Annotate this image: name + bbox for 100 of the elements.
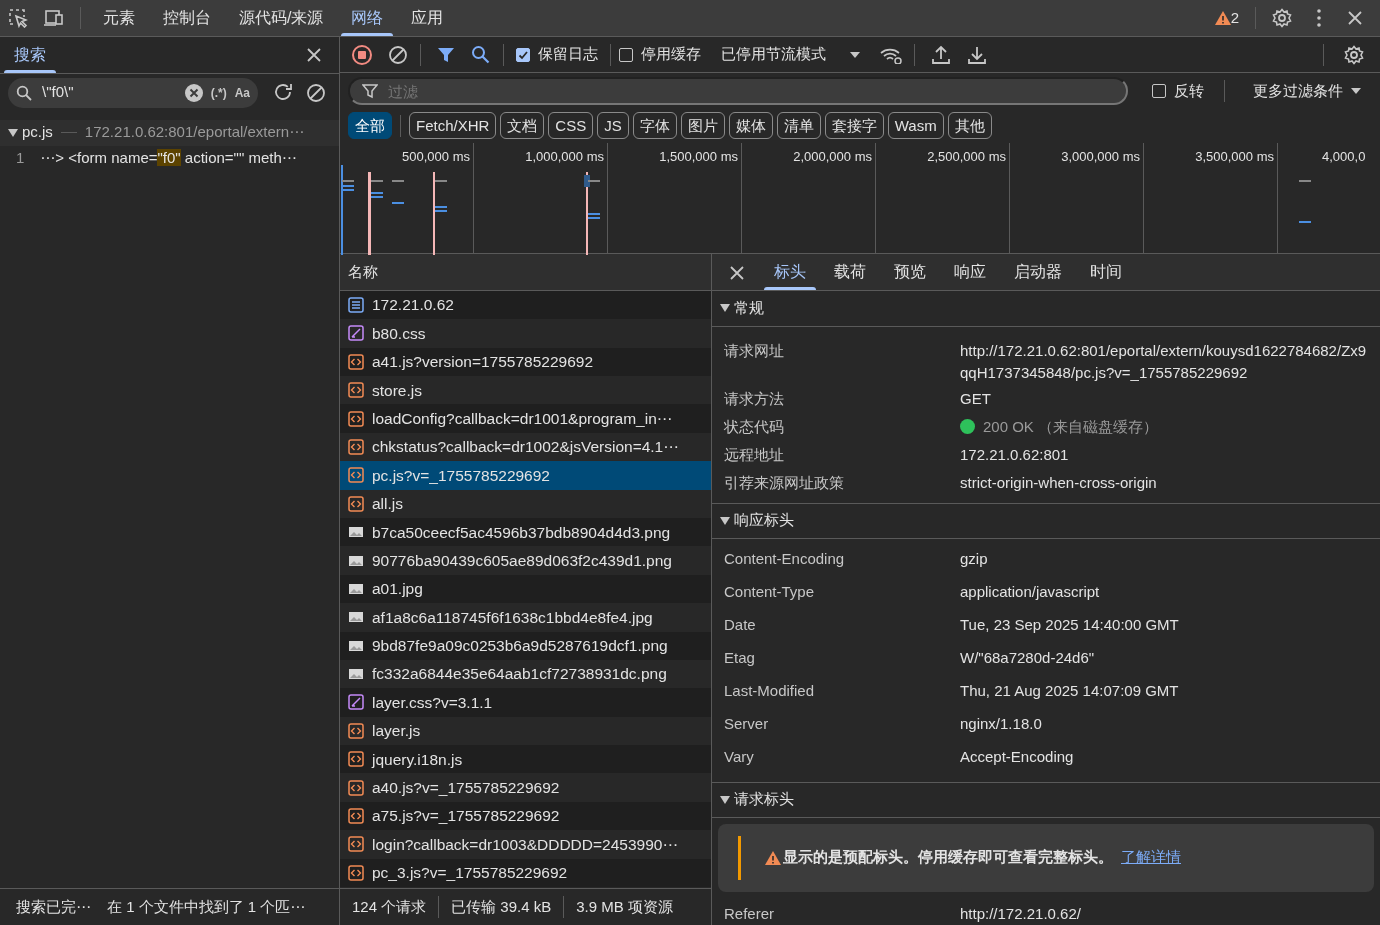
type-filter[interactable]: 图片 (680, 112, 725, 140)
request-row[interactable]: b80.css (340, 319, 711, 348)
inspect-icon[interactable] (8, 7, 28, 28)
more-icon[interactable] (1316, 7, 1322, 28)
header-value: 200 OK （来自磁盘缓存） (983, 416, 1159, 437)
request-row[interactable]: pc.js?v=_1755785229692 (340, 461, 711, 490)
script-icon (348, 722, 364, 739)
search-field[interactable]: \"f0\" (.*) Aa (8, 77, 258, 108)
header-value: gzip (960, 548, 989, 569)
header-value: Thu, 21 Aug 2025 14:07:09 GMT (960, 680, 1180, 701)
learn-more-link[interactable]: 了解详情 (1121, 846, 1181, 869)
request-row[interactable]: 172.21.0.62 (340, 290, 711, 320)
type-filter[interactable]: 其他 (947, 112, 992, 140)
script-icon (348, 836, 364, 853)
request-row[interactable]: a41.js?version=1755785229692 (340, 347, 711, 376)
header-value: http://172.21.0.62/ (960, 903, 1082, 924)
record-icon[interactable] (352, 44, 372, 65)
request-row[interactable]: chkstatus?callback=dr1002&jsVersion=4.1⋯ (340, 432, 711, 462)
filter-icon (362, 83, 378, 100)
checkbox[interactable]: 停用缓存 (619, 43, 701, 66)
details-tab[interactable]: 标头 (760, 253, 820, 290)
request-row[interactable]: loadConfig?callback=dr1001&program_in⋯ (340, 404, 711, 433)
close-icon[interactable] (728, 263, 744, 280)
filter-icon[interactable] (437, 45, 455, 64)
summary-text: 已传输 39.4 kB (450, 896, 553, 917)
clear-icon[interactable] (388, 44, 408, 65)
script-icon (348, 495, 364, 512)
file-name[interactable]: pc.js (22, 121, 53, 144)
type-filter[interactable]: 清单 (776, 112, 821, 140)
upload-icon[interactable] (931, 44, 951, 65)
details-tab[interactable]: 预览 (880, 253, 940, 290)
details-tab[interactable]: 启动器 (1000, 253, 1076, 290)
request-row[interactable]: pc_3.js?v=_1755785229692 (340, 858, 711, 887)
details-tab[interactable]: 载荷 (820, 253, 880, 290)
type-filter[interactable]: 套接字 (824, 112, 884, 140)
request-row[interactable]: layer.js (340, 716, 711, 746)
regex-toggle[interactable]: (.*) (210, 83, 227, 102)
type-filter[interactable]: Wasm (887, 112, 944, 140)
panel-tab[interactable]: 控制台 (149, 0, 225, 36)
search-icon (16, 84, 32, 101)
settings-icon[interactable] (1344, 44, 1364, 65)
type-filter[interactable]: JS (597, 112, 629, 140)
clear-icon[interactable] (306, 82, 326, 103)
request-row[interactable]: a75.js?v=_1755785229692 (340, 801, 711, 831)
section-header[interactable]: 响应标头 (712, 502, 1380, 539)
more-filters-dropdown[interactable]: 更多过滤条件 (1245, 75, 1369, 107)
close-icon[interactable] (305, 45, 323, 64)
column-header[interactable]: 名称 (348, 260, 378, 284)
type-filter[interactable]: 字体 (632, 112, 677, 140)
checkbox[interactable]: 保留日志 (516, 43, 598, 66)
expand-icon (720, 303, 730, 313)
file-path: 172.21.0.62:801/eportal/extern⋯ (84, 122, 305, 143)
time-tick: 2,000,000 ms (793, 148, 872, 164)
panel-tab[interactable]: 应用 (397, 0, 458, 36)
request-row[interactable]: layer.css?v=3.1.1 (340, 688, 711, 717)
clear-icon[interactable] (184, 83, 203, 102)
type-filter[interactable]: Fetch/XHR (409, 112, 497, 140)
request-row[interactable]: all.js (340, 489, 711, 518)
issues-count[interactable]: 2 (1230, 6, 1239, 30)
header-value: GET (960, 388, 992, 409)
request-row[interactable]: store.js (340, 376, 711, 405)
request-row[interactable]: jquery.i18n.js (340, 745, 711, 774)
section-header[interactable]: 常规 (712, 290, 1380, 327)
details-tab[interactable]: 响应 (940, 253, 1000, 290)
type-filter[interactable]: 文档 (500, 112, 545, 140)
warning-icon[interactable] (1214, 9, 1231, 26)
match-line[interactable]: ⋯> <form name="f0" action="" meth⋯ (40, 147, 297, 170)
request-row[interactable]: login?callback=dr1003&DDDDD=2453990⋯ (340, 830, 711, 859)
request-row[interactable]: a40.js?v=_1755785229692 (340, 773, 711, 802)
header-value: 172.21.0.62:801 (960, 444, 1070, 465)
request-row[interactable]: fc332a6844e35e64aab1cf72738931dc.png (340, 659, 711, 689)
request-row[interactable]: 90776ba90439c605ae89d063f2c439d1.png (340, 546, 711, 575)
case-toggle[interactable]: Aa (234, 83, 250, 102)
panel-tab[interactable]: 源代码/来源 (225, 0, 338, 36)
device-icon[interactable] (44, 7, 64, 28)
checkbox[interactable]: 反转 (1152, 79, 1204, 103)
summary-text: 124 个请求 (351, 896, 428, 917)
panel-tab[interactable]: 元素 (89, 0, 149, 36)
type-filter[interactable]: CSS (548, 112, 594, 140)
panel-tab[interactable]: 网络 (337, 0, 398, 36)
request-row[interactable]: b7ca50ceecf5ac4596b37bdb8904d4d3.png (340, 517, 711, 547)
search-icon[interactable] (471, 44, 491, 65)
header-value: application/javascript (960, 581, 1101, 602)
type-filter[interactable]: 全部 (348, 112, 392, 140)
type-filter[interactable]: 媒体 (728, 112, 773, 140)
warning-icon (765, 849, 783, 866)
header-name: 请求方法 (724, 388, 785, 409)
close-icon[interactable] (1346, 8, 1364, 27)
request-row[interactable]: 9bd87fe9a09c0253b6a9d5287619dcf1.png (340, 631, 711, 660)
download-icon[interactable] (967, 44, 987, 65)
refresh-icon[interactable] (274, 82, 294, 103)
time-tick: 500,000 ms (402, 148, 470, 164)
section-header[interactable]: 请求标头 (712, 781, 1380, 818)
settings-icon[interactable] (1272, 7, 1292, 28)
throttling-select[interactable]: 已停用节流模式 (713, 39, 868, 70)
drawer-tab[interactable]: 搜索 (0, 36, 60, 73)
request-row[interactable]: a01.jpg (340, 574, 711, 604)
request-row[interactable]: af1a8c6a118745f6f1638c1bbd4e8fe4.jpg (340, 603, 711, 632)
expand-icon[interactable] (8, 127, 18, 138)
details-tab[interactable]: 时间 (1076, 253, 1136, 290)
